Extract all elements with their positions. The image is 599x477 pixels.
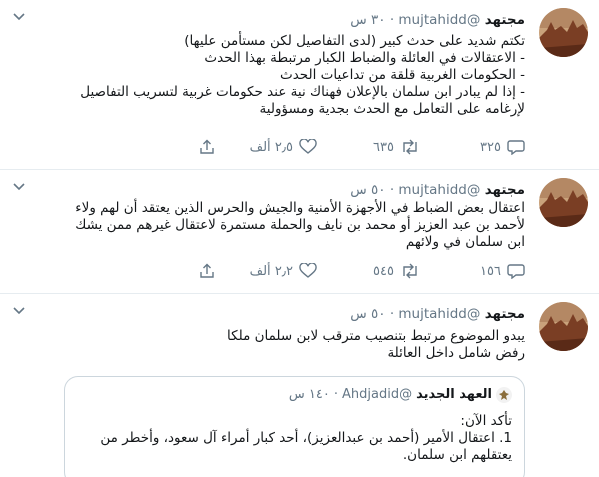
quoted-timestamp: ١٤٠ س xyxy=(288,387,330,402)
reply-icon xyxy=(507,140,525,155)
tweet-text: تكتم شديد على حدث كبير (لدى التفاصيل لكن… xyxy=(80,33,525,118)
retweet-icon xyxy=(403,139,417,155)
share-button[interactable] xyxy=(199,139,215,155)
tweet-line: ابن سلمان في ولائهم xyxy=(405,234,525,250)
separator-dot: · xyxy=(333,387,339,402)
retweet-icon xyxy=(403,263,417,279)
author-name[interactable]: مجتهد xyxy=(485,12,525,28)
reply-count: ٣٢٥ xyxy=(480,139,501,155)
timestamp[interactable]: ٣٠ س xyxy=(350,12,385,28)
author-handle[interactable]: @mujtahidd xyxy=(398,182,480,198)
tweet-line: - الاعتقالات في العائلة والضباط الكبار م… xyxy=(204,50,525,66)
quoted-tweet-header: العهد الجديد @Ahdjadid · ١٤٠ س xyxy=(289,387,512,403)
tweet-header: مجتهد @mujtahidd · ٥٠ س xyxy=(350,305,525,323)
tweet-line: - الحكومات الغربية قلقة من تداعيات الحدث xyxy=(280,67,525,83)
reply-button[interactable]: ٣٢٥ xyxy=(480,139,525,155)
tweet[interactable]: مجتهد @mujtahidd · ٣٠ س تكتم شديد على حد… xyxy=(0,0,599,170)
like-count: ٢٫٢ ألف xyxy=(249,263,293,279)
tweet-line: تكتم شديد على حدث كبير (لدى التفاصيل لكن… xyxy=(184,33,525,49)
quoted-line: 1. اعتقال الأمير (أحمد بن عبدالعزيز)، أح… xyxy=(100,430,512,446)
tweet-text: يبدو الموضوع مرتبط بتنصيب مترقب لابن سلم… xyxy=(227,328,525,362)
like-button[interactable]: ٢٫٥ ألف xyxy=(250,139,317,155)
avatar[interactable] xyxy=(539,302,588,351)
tweet-actions: ٣٢٥ ٦٣٥ ٢٫٥ ألف xyxy=(105,139,525,157)
share-icon xyxy=(200,139,214,154)
tweet[interactable]: مجتهد @mujtahidd · ٥٠ س يبدو الموضوع مرت… xyxy=(0,294,599,477)
avatar[interactable] xyxy=(539,8,588,57)
tweet-actions: ١٥٦ ٥٤٥ ٢٫٢ ألف xyxy=(105,263,525,281)
tweet-line: - إذا لم يبادر ابن سلمان بالإعلان فهناك … xyxy=(80,84,525,100)
tweet-line: رفض شامل داخل العائلة xyxy=(387,345,525,361)
author-name[interactable]: مجتهد xyxy=(485,306,525,322)
retweet-button[interactable]: ٦٣٥ xyxy=(373,139,420,155)
quoted-line: تأكد الآن: xyxy=(460,413,512,429)
quoted-tweet[interactable]: العهد الجديد @Ahdjadid · ١٤٠ س تأكد الآن… xyxy=(64,376,525,477)
share-button[interactable] xyxy=(199,263,215,279)
like-button[interactable]: ٢٫٢ ألف xyxy=(250,263,317,279)
timestamp[interactable]: ٥٠ س xyxy=(350,182,385,198)
tweet-text: اعتقال بعض الضباط في الأجهزة الأمنية وال… xyxy=(75,200,525,251)
heart-icon xyxy=(299,263,317,278)
author-handle[interactable]: @mujtahidd xyxy=(398,12,480,28)
separator-dot: · xyxy=(389,306,395,322)
quoted-tweet-text: تأكد الآن: 1. اعتقال الأمير (أحمد بن عبد… xyxy=(100,413,512,464)
quoted-line: يعتقلهم ابن سلمان. xyxy=(402,447,512,463)
retweet-count: ٦٣٥ xyxy=(373,139,394,155)
chevron-down-icon[interactable] xyxy=(12,182,26,192)
tweet-line: لأحمد بن عبد العزيز أو محمد بن نايف والح… xyxy=(75,217,525,233)
reply-icon xyxy=(507,264,525,279)
heart-icon xyxy=(299,139,317,154)
quoted-avatar[interactable] xyxy=(496,387,512,403)
separator-dot: · xyxy=(389,182,395,198)
share-icon xyxy=(200,263,214,278)
retweet-button[interactable]: ٥٤٥ xyxy=(373,263,420,279)
avatar[interactable] xyxy=(539,178,588,227)
tweet-header: مجتهد @mujtahidd · ٣٠ س xyxy=(350,11,525,29)
tweet-line: اعتقال بعض الضباط في الأجهزة الأمنية وال… xyxy=(75,200,525,216)
tweet[interactable]: مجتهد @mujtahidd · ٥٠ س اعتقال بعض الضبا… xyxy=(0,170,599,294)
quoted-author-name[interactable]: العهد الجديد xyxy=(416,387,492,403)
author-handle[interactable]: @mujtahidd xyxy=(398,306,480,322)
chevron-down-icon[interactable] xyxy=(12,306,26,316)
tweet-line: يبدو الموضوع مرتبط بتنصيب مترقب لابن سلم… xyxy=(227,328,525,344)
tweet-line: لإرغامه على التعامل مع الحدث بجدية ومسؤو… xyxy=(259,101,525,117)
separator-dot: · xyxy=(389,12,395,28)
like-count: ٢٫٥ ألف xyxy=(249,139,293,155)
retweet-count: ٥٤٥ xyxy=(373,263,394,279)
author-name[interactable]: مجتهد xyxy=(485,182,525,198)
eagle-logo-icon xyxy=(499,390,509,400)
timestamp[interactable]: ٥٠ س xyxy=(350,306,385,322)
tweet-header: مجتهد @mujtahidd · ٥٠ س xyxy=(350,181,525,199)
reply-button[interactable]: ١٥٦ xyxy=(480,263,525,279)
quoted-author-handle[interactable]: @Ahdjadid xyxy=(342,387,412,403)
chevron-down-icon[interactable] xyxy=(12,12,26,22)
reply-count: ١٥٦ xyxy=(480,263,501,279)
